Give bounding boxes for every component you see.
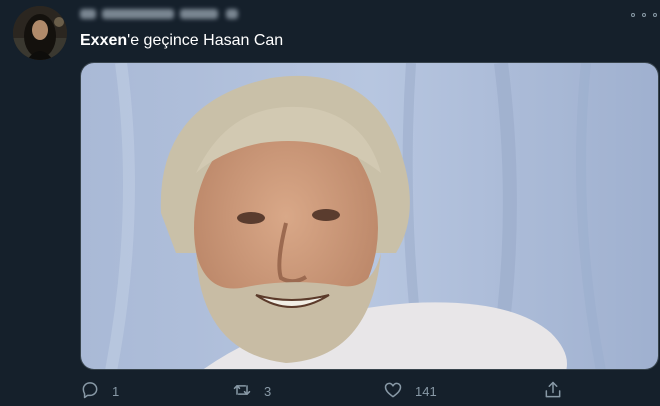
more-icon[interactable] [631,8,657,22]
share-button[interactable] [543,381,563,401]
tweet-text: Exxen'e geçince Hasan Can [80,31,283,51]
tweet-actions: 1 3 141 [0,374,660,406]
retweet-button[interactable]: 3 [232,381,271,401]
retweet-count: 3 [264,383,272,399]
reply-count: 1 [112,383,120,399]
tweet[interactable]: Exxen'e geçince Hasan Can 1 3 141 [0,0,660,406]
reply-icon [80,380,100,403]
tweet-text-rest: 'e geçince Hasan Can [127,32,284,49]
reply-button[interactable]: 1 [80,381,119,401]
heart-icon [383,380,403,403]
tweet-text-bold: Exxen [80,32,128,49]
share-icon [543,380,563,403]
author-name[interactable] [80,5,245,23]
tweet-image[interactable] [80,62,659,370]
like-count: 141 [415,383,437,399]
avatar[interactable] [13,6,67,60]
like-button[interactable]: 141 [383,381,437,401]
retweet-icon [232,380,252,403]
